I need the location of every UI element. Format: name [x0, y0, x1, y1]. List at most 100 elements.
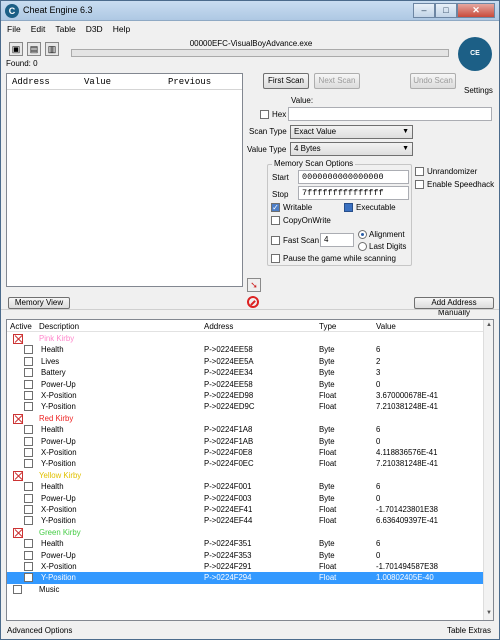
active-checkbox[interactable]	[24, 379, 33, 389]
table-row[interactable]: Power-Up P->0224EE58 Byte 0	[7, 379, 485, 390]
unrandomizer-checkbox[interactable]	[415, 167, 424, 176]
scan-type-select[interactable]: Exact Value ▼	[290, 125, 413, 139]
menu-file[interactable]: File	[7, 24, 21, 34]
table-row[interactable]: X-Position P->0224ED98 Float 3.670000678E-4…	[7, 390, 485, 401]
fast-scan-input[interactable]: 4	[320, 233, 354, 247]
active-checkbox[interactable]	[24, 482, 33, 492]
writable-checkbox[interactable]: ✓	[271, 203, 280, 212]
fast-scan-checkbox[interactable]	[271, 236, 280, 245]
alignment-radio[interactable]	[358, 230, 367, 239]
cheat-engine-logo[interactable]: CE	[458, 37, 492, 71]
stop-address-input[interactable]: 7fffffffffffffff	[298, 186, 409, 200]
active-checkbox[interactable]	[24, 493, 33, 503]
table-group-row[interactable]: Red Kirby	[7, 413, 485, 424]
table-row[interactable]: Health P->0224F001 Byte 6	[7, 481, 485, 492]
speedhack-checkbox[interactable]	[415, 180, 424, 189]
menu-edit[interactable]: Edit	[31, 24, 46, 34]
add-address-manually-button[interactable]: Add Address Manually	[414, 297, 494, 317]
table-scrollbar[interactable]: ▲ ▼	[483, 320, 493, 620]
executable-checkbox[interactable]	[344, 203, 353, 212]
table-row[interactable]: Y-Position P->0224F294 Float 1.00802405E-40	[7, 572, 485, 584]
col-type[interactable]: Type	[319, 322, 336, 331]
table-row[interactable]: Health P->0224EE58 Byte 6	[7, 344, 485, 355]
table-group-row[interactable]: Yellow Kirby	[7, 470, 485, 481]
group-activate-checkbox[interactable]	[13, 527, 23, 538]
value-input[interactable]	[288, 107, 492, 121]
group-activate-checkbox[interactable]	[13, 413, 23, 424]
advanced-options-link[interactable]: Advanced Options	[7, 626, 72, 635]
table-group-row[interactable]: Pink Kirby	[7, 333, 485, 344]
undo-scan-button[interactable]: Undo Scan	[410, 73, 456, 89]
active-checkbox[interactable]	[24, 356, 33, 366]
table-row[interactable]: Y-Position P->0224F0EC Float 7.210381248E-4…	[7, 458, 485, 469]
table-row[interactable]: X-Position P->0224EF41 Float -1.701423801E3…	[7, 504, 485, 515]
results-col-previous[interactable]: Previous	[168, 74, 211, 89]
active-checkbox[interactable]	[24, 550, 33, 560]
table-row[interactable]: Lives P->0224EE5A Byte 2	[7, 356, 485, 367]
table-extras-link[interactable]: Table Extras	[447, 626, 491, 635]
menu-help[interactable]: Help	[113, 24, 130, 34]
active-checkbox[interactable]	[24, 448, 33, 457]
table-row[interactable]: Health P->0224F351 Byte 6	[7, 538, 485, 549]
col-description[interactable]: Description	[39, 322, 79, 331]
minimize-button[interactable]: –	[413, 3, 435, 18]
value-type-select[interactable]: 4 Bytes ▼	[290, 142, 413, 156]
row-type: Byte	[319, 436, 335, 446]
menu-d3d[interactable]: D3D	[86, 24, 103, 34]
pointer-scan-arrow-icon[interactable]: ➘	[247, 278, 261, 292]
results-col-address[interactable]: Address	[12, 74, 84, 89]
group-activate-checkbox[interactable]	[13, 334, 23, 344]
table-row[interactable]: X-Position P->0224F291 Float -1.701494587E3…	[7, 561, 485, 572]
title-bar[interactable]: C Cheat Engine 6.3 – □ ✕	[1, 1, 499, 21]
cheat-table[interactable]: Active Description Address Type Value Pi…	[6, 319, 494, 621]
col-active[interactable]: Active	[10, 322, 32, 331]
next-scan-button[interactable]: Next Scan	[314, 73, 360, 89]
active-checkbox[interactable]	[24, 345, 33, 355]
pause-game-checkbox[interactable]	[271, 254, 280, 263]
active-checkbox[interactable]	[24, 573, 33, 583]
active-checkbox[interactable]	[24, 562, 33, 571]
active-checkbox[interactable]	[24, 539, 33, 549]
open-file-icon[interactable]: ▤	[27, 42, 41, 56]
active-checkbox[interactable]	[24, 391, 33, 400]
close-button[interactable]: ✕	[457, 3, 495, 18]
active-checkbox[interactable]	[24, 516, 33, 526]
table-row[interactable]: Power-Up P->0224F1AB Byte 0	[7, 436, 485, 447]
active-checkbox[interactable]	[24, 368, 33, 378]
start-address-input[interactable]: 0000000000000000	[298, 170, 409, 184]
active-checkbox[interactable]	[24, 436, 33, 446]
table-row[interactable]: Power-Up P->0224F353 Byte 0	[7, 550, 485, 561]
active-checkbox[interactable]	[24, 425, 33, 435]
active-checkbox[interactable]	[24, 459, 33, 469]
group-activate-checkbox[interactable]	[13, 470, 23, 481]
active-checkbox[interactable]	[13, 584, 22, 594]
table-row[interactable]: Y-Position P->0224ED9C Float 7.210381248E-4…	[7, 401, 485, 412]
active-checkbox[interactable]	[24, 505, 33, 514]
scroll-up-icon[interactable]: ▲	[485, 322, 493, 330]
clear-list-icon[interactable]	[247, 296, 259, 308]
table-row[interactable]: Power-Up P->0224F003 Byte 0	[7, 493, 485, 504]
first-scan-button[interactable]: First Scan	[263, 73, 309, 89]
select-process-icon[interactable]: ▣	[9, 42, 23, 56]
table-row[interactable]: Battery P->0224EE34 Byte 3	[7, 367, 485, 378]
splitter[interactable]	[1, 309, 499, 313]
col-address[interactable]: Address	[204, 322, 233, 331]
results-col-value[interactable]: Value	[84, 74, 168, 89]
table-row[interactable]: Music	[7, 584, 485, 595]
table-row[interactable]: X-Position P->0224F0E8 Float 4.118836576E-4…	[7, 447, 485, 458]
table-row[interactable]: Health P->0224F1A8 Byte 6	[7, 424, 485, 435]
last-digits-radio[interactable]	[358, 242, 367, 251]
save-file-icon[interactable]: ▥	[45, 42, 59, 56]
col-value[interactable]: Value	[376, 322, 396, 331]
hex-checkbox[interactable]	[260, 110, 269, 119]
copyonwrite-checkbox[interactable]	[271, 216, 280, 225]
active-checkbox[interactable]	[24, 402, 33, 412]
table-row[interactable]: Y-Position P->0224EF44 Float 6.636409397E-4…	[7, 515, 485, 526]
memory-view-button[interactable]: Memory View	[8, 297, 70, 309]
settings-link[interactable]: Settings	[464, 86, 493, 95]
menu-table[interactable]: Table	[55, 24, 75, 34]
scroll-down-icon[interactable]: ▼	[485, 610, 493, 618]
table-group-row[interactable]: Green Kirby	[7, 527, 485, 538]
maximize-button[interactable]: □	[435, 3, 457, 18]
scan-results-list[interactable]: Address Value Previous	[6, 73, 243, 287]
